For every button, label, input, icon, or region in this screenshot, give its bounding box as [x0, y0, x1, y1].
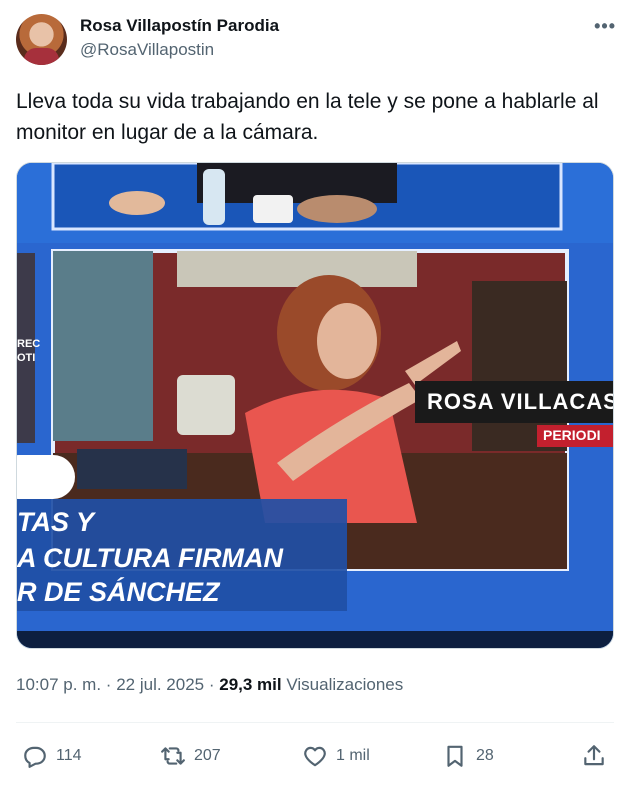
share-icon [584, 745, 604, 766]
views-count: 29,3 mil [219, 675, 282, 694]
lower-third-line-3: R DE SÁNCHEZ [17, 577, 220, 607]
tweet-actions: 114 207 1 mil 28 [16, 738, 614, 774]
meta-separator: · [105, 675, 112, 694]
tweet-date[interactable]: 22 jul. 2025 [116, 675, 204, 694]
reply-button[interactable]: 114 [22, 738, 82, 774]
like-button[interactable]: 1 mil [302, 738, 370, 774]
tweet-video[interactable]: TAS Y A CULTURA FIRMAN R DE SÁNCHEZ ROSA… [16, 162, 614, 649]
avatar-shirt [24, 48, 59, 65]
like-count: 1 mil [336, 747, 370, 764]
like-icon [304, 746, 326, 767]
lower-third-line-1: TAS Y [17, 507, 95, 537]
side-sign: REC OTI [17, 338, 41, 364]
bookmark-icon [447, 745, 463, 767]
role-tag: PERIODI [543, 427, 601, 443]
reply-icon [24, 746, 46, 768]
reply-count: 114 [56, 747, 82, 764]
lower-third-line-2: A CULTURA FIRMAN [17, 543, 283, 573]
bookmark-button[interactable]: 28 [442, 738, 494, 774]
tweet-meta: 10:07 p. m. · 22 jul. 2025 · 29,3 mil Vi… [16, 675, 403, 695]
retweet-button[interactable]: 207 [160, 738, 221, 774]
share-button[interactable] [581, 738, 615, 774]
retweet-icon [161, 747, 185, 765]
bookmark-count: 28 [476, 747, 494, 764]
retweet-count: 207 [194, 747, 221, 764]
name-tag: ROSA VILLACAST [427, 389, 614, 414]
tweet-text: Lleva toda su vida trabajando en la tele… [16, 90, 599, 144]
views-label: Visualizaciones [286, 675, 404, 694]
meta-separator: · [208, 675, 215, 694]
tweet-time[interactable]: 10:07 p. m. [16, 675, 101, 694]
more-dots-icon[interactable]: ••• [594, 16, 616, 37]
actions-divider [16, 722, 614, 723]
tweet-header: Rosa Villapostín Parodia @RosaVillaposti… [16, 10, 616, 70]
avatar[interactable] [16, 14, 67, 65]
author-display-name[interactable]: Rosa Villapostín Parodia [80, 16, 279, 36]
author-handle[interactable]: @RosaVillapostin [80, 40, 214, 60]
